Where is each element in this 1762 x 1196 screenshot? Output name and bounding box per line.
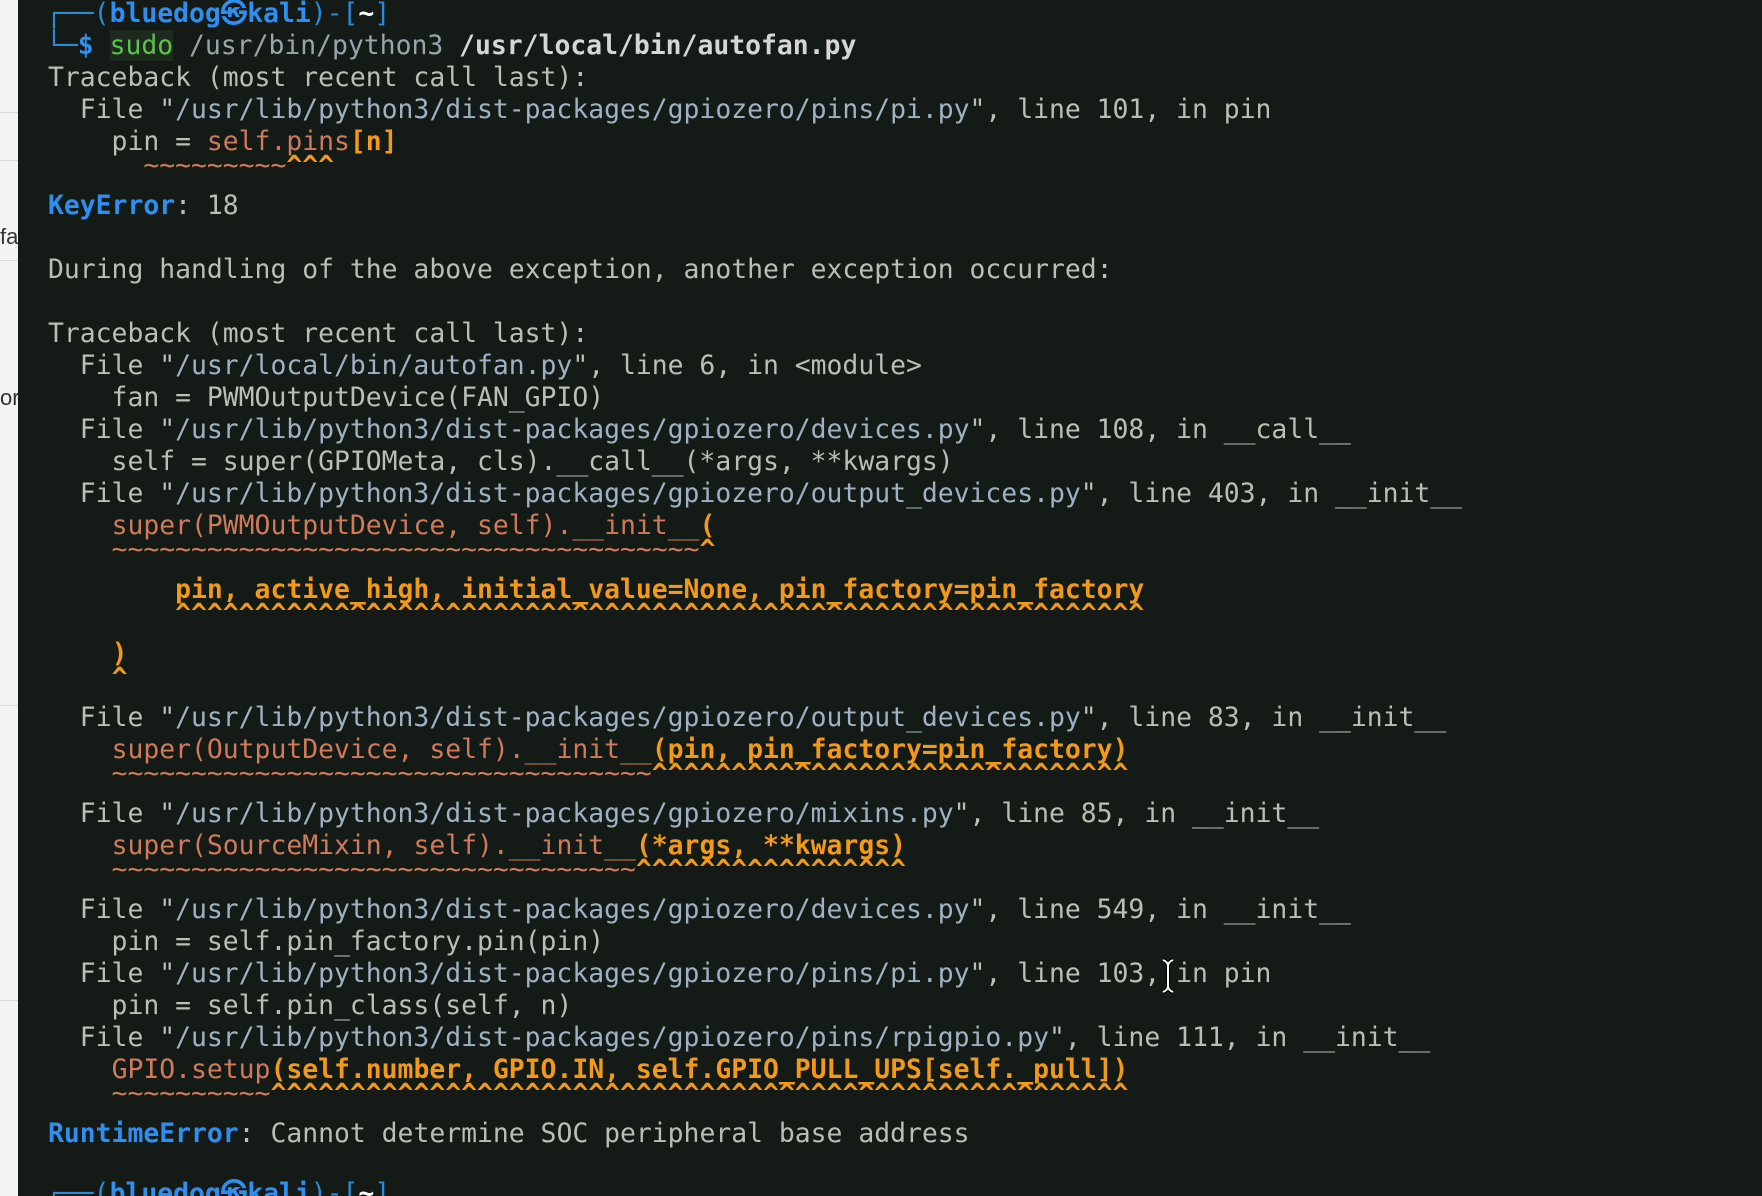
- edge-divider: [0, 705, 18, 707]
- exception-line: RuntimeError: Cannot determine SOC perip…: [48, 1118, 970, 1149]
- error-underline: ^^^^^^^^^^^^^^^^^^^^^^^^^^^^^^^^^^^^^^^^…: [175, 598, 1145, 629]
- background-window-edge: fa or: [0, 0, 18, 1196]
- traceback-header: Traceback (most recent call last):: [48, 318, 589, 349]
- edge-text-fragment: or: [0, 385, 18, 410]
- traceback-file-line: File "/usr/lib/python3/dist-packages/gpi…: [48, 414, 1351, 445]
- prompt-header: ┌──(bluedog㉿kali)-[~]: [46, 0, 390, 30]
- traceback-code-line: pin = self.pin_class(self, n): [48, 990, 573, 1021]
- command-argument: /usr/bin/python3: [173, 30, 460, 61]
- prompt-symbol: $: [77, 30, 110, 61]
- edge-divider: [0, 160, 18, 162]
- prompt-frame: )-[: [310, 0, 359, 29]
- prompt-frame: ┌──(: [46, 0, 110, 29]
- edge-divider: [0, 1000, 18, 1002]
- error-underline: ~~~~~~~~~^^^: [48, 150, 334, 181]
- traceback-file-line: File "/usr/lib/python3/dist-packages/gpi…: [48, 894, 1351, 925]
- traceback-file-line: File "/usr/local/bin/autofan.py", line 6…: [48, 350, 922, 381]
- traceback-code-line: pin = self.pin_factory.pin(pin): [48, 926, 605, 957]
- error-underline: ~~~~~~~~~~~~~~~~~~~~~~~~~~~~~~~~~~^^^^^^…: [48, 758, 1129, 789]
- traceback-file-line: File "/usr/lib/python3/dist-packages/gpi…: [48, 702, 1447, 733]
- error-underline: ^: [111, 662, 128, 693]
- exception-line: KeyError: 18: [48, 190, 239, 221]
- error-underline: ~~~~~~~~~~~~~~~~~~~~~~~~~~~~~~~~~^^^^^^^…: [48, 854, 906, 885]
- command-line: └─$ sudo /usr/bin/python3 /usr/local/bin…: [46, 30, 856, 62]
- prompt-directory: ~: [358, 0, 375, 29]
- kali-at-icon: ㉿: [220, 0, 248, 29]
- traceback-file-line: File "/usr/lib/python3/dist-packages/gpi…: [48, 1022, 1431, 1053]
- text-cursor-icon: [1162, 958, 1174, 994]
- terminal-window[interactable]: ┌──(bluedog㉿kali)-[~] └─$ sudo /usr/bin/…: [18, 0, 1762, 1196]
- traceback-header: Traceback (most recent call last):: [48, 62, 589, 93]
- exception-chain-message: During handling of the above exception, …: [48, 254, 1113, 285]
- traceback-file-line: File "/usr/lib/python3/dist-packages/gpi…: [48, 798, 1320, 829]
- command-argument: /usr/local/bin/autofan.py: [459, 30, 857, 61]
- prompt-user: bluedog: [109, 0, 221, 29]
- traceback-file-line: File "/usr/lib/python3/dist-packages/gpi…: [48, 478, 1463, 509]
- error-underline: ~~~~~~~~~~^^^^^^^^^^^^^^^^^^^^^^^^^^^^^^…: [48, 1078, 1129, 1109]
- error-underline: ~~~~~~~~~~~~~~~~~~~~~~~~~~~~~~~~~~~~~^: [48, 534, 716, 565]
- prompt-frame: ]: [374, 0, 391, 29]
- command-name: sudo: [109, 30, 174, 61]
- edge-divider: [0, 112, 18, 114]
- prompt-header: ┌──(bluedog㉿kali)-[~]: [46, 1178, 391, 1196]
- traceback-file-line: File "/usr/lib/python3/dist-packages/gpi…: [48, 94, 1272, 125]
- edge-divider: [0, 260, 18, 262]
- prompt-frame: └─: [46, 30, 78, 61]
- prompt-host: kali: [247, 0, 311, 29]
- traceback-file-line: File "/usr/lib/python3/dist-packages/gpi…: [48, 958, 1272, 989]
- traceback-code-line: fan = PWMOutputDevice(FAN_GPIO): [48, 382, 605, 413]
- edge-text-fragment: fa: [0, 224, 18, 249]
- traceback-code-line: self = super(GPIOMeta, cls).__call__(*ar…: [48, 446, 954, 477]
